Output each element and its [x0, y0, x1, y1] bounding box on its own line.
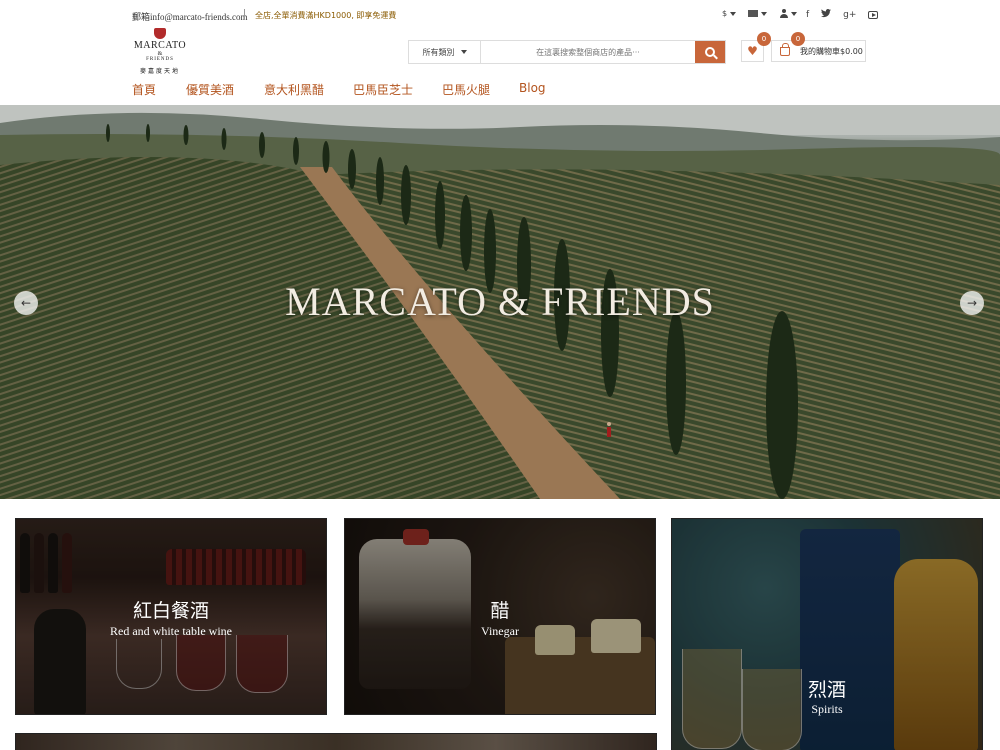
heart-icon: ♥: [747, 44, 758, 58]
crest-icon: [152, 28, 168, 40]
logo-brand: MARCATO: [133, 40, 187, 51]
card-overlay: [16, 734, 656, 750]
search-bar: 所有類別: [408, 40, 726, 64]
chevron-down-icon: [791, 11, 798, 16]
shopping-bag-icon: [780, 42, 790, 56]
currency-dropdown[interactable]: $: [722, 9, 737, 18]
nav-item-parma-ham[interactable]: 巴馬火腿: [442, 81, 519, 98]
chevron-down-icon: [460, 50, 467, 54]
wishlist-count-badge: 0: [757, 32, 771, 46]
slider-prev-button[interactable]: ←: [14, 291, 38, 315]
search-icon: [705, 47, 715, 57]
logo-friends: FRIENDS: [146, 57, 174, 62]
social-links: f g+: [806, 9, 879, 21]
category-card-wine[interactable]: 紅白餐酒 Red and white table wine: [15, 518, 327, 715]
facebook-icon[interactable]: f: [806, 10, 809, 20]
cart-total: 我的購物車$0.00: [800, 46, 863, 56]
contact-email[interactable]: 郵箱info@marcato-friends.com: [132, 10, 248, 23]
search-button[interactable]: [695, 41, 725, 63]
user-icon: [779, 9, 789, 18]
wishlist-button[interactable]: ♥ 0: [741, 32, 771, 62]
arrow-right-icon: →: [966, 296, 978, 310]
nav-item-balsamic-vinegar[interactable]: 意大利黑醋: [264, 81, 353, 98]
category-title-cn: 醋: [490, 600, 510, 622]
cart-count-badge: 0: [791, 32, 805, 46]
nav-item-home[interactable]: 首頁: [132, 81, 186, 98]
main-nav: 首頁 優質美酒 意大利黑醋 巴馬臣芝士 巴馬火腿 Blog: [132, 81, 546, 98]
site-logo[interactable]: MARCATO & FRIENDS 麥嘉度天地: [132, 28, 188, 76]
cart-button[interactable]: 0 我的購物車$0.00: [771, 32, 866, 62]
twitter-icon[interactable]: [821, 9, 832, 21]
category-title-en: Red and white table wine: [110, 624, 232, 638]
category-card-vinegar[interactable]: 醋 Vinegar: [344, 518, 656, 715]
divider: [244, 9, 245, 20]
nav-item-blog[interactable]: Blog: [519, 81, 546, 98]
category-title-cn: 烈酒: [807, 679, 846, 701]
email-address[interactable]: info@marcato-friends.com: [150, 12, 248, 22]
category-title-en: Spirits: [811, 702, 843, 716]
youtube-icon[interactable]: [868, 11, 879, 19]
category-select[interactable]: 所有類別: [409, 41, 481, 63]
chevron-down-icon: [730, 11, 737, 16]
category-title-cn: 紅白餐酒: [132, 600, 209, 622]
category-card-spirits[interactable]: 烈酒 Spirits: [671, 518, 983, 750]
nav-item-wine[interactable]: 優質美酒: [186, 81, 264, 98]
arrow-left-icon: ←: [20, 296, 32, 310]
currency-symbol: $: [722, 9, 728, 18]
chevron-down-icon: [761, 11, 768, 16]
nav-item-parmesan[interactable]: 巴馬臣芝士: [353, 81, 442, 98]
category-card-food[interactable]: [15, 733, 657, 750]
hero-title: MARCATO & FRIENDS: [285, 279, 715, 324]
language-dropdown[interactable]: [748, 10, 768, 17]
flag-icon: [748, 10, 759, 17]
hero-slider: MARCATO & FRIENDS ← →: [0, 105, 1000, 499]
category-title-en: Vinegar: [481, 624, 519, 638]
top-tools: $: [722, 9, 798, 18]
logo-chinese: 麥嘉度天地: [139, 68, 180, 75]
email-label: 郵箱: [132, 12, 151, 22]
search-input[interactable]: [481, 41, 695, 63]
shipping-promo: 全店,全單消費滿HKD1000, 即享免運費: [255, 11, 397, 20]
category-select-label: 所有類別: [422, 47, 455, 57]
account-dropdown[interactable]: [779, 9, 798, 18]
slider-next-button[interactable]: →: [960, 291, 984, 315]
googleplus-icon[interactable]: g+: [843, 10, 856, 20]
